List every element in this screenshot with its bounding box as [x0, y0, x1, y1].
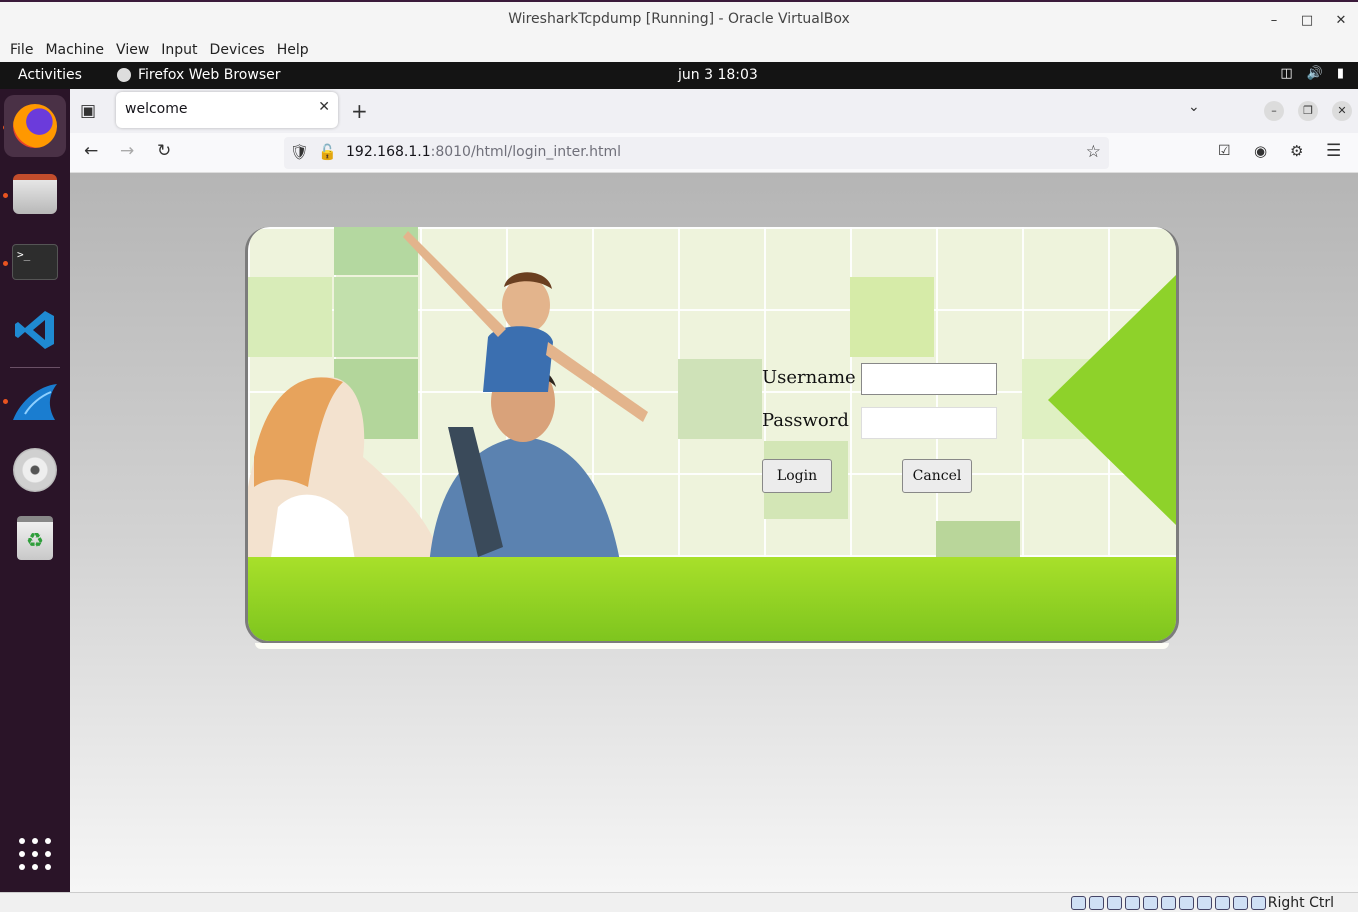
url-path: :8010/html/login_inter.html	[430, 144, 622, 160]
close-icon[interactable]: ✕	[1329, 10, 1353, 32]
battery-icon: ▮	[1336, 66, 1344, 81]
page-viewport: Username Password Login Cancel	[70, 173, 1358, 892]
vbox-status-bar: Right Ctrl	[0, 892, 1358, 912]
mouse-integration-icon[interactable]	[1233, 896, 1248, 910]
green-corner-ribbon	[1048, 275, 1176, 525]
keyboard-capture-icon[interactable]	[1251, 896, 1266, 910]
maximize-icon[interactable]: □	[1295, 10, 1319, 32]
firefox-small-icon	[117, 68, 131, 82]
system-tray[interactable]: ◫ 🔊 ▮	[1280, 66, 1344, 81]
password-label: Password	[762, 410, 849, 431]
disc-icon	[13, 448, 57, 492]
menu-devices[interactable]: Devices	[204, 42, 271, 58]
tab-welcome[interactable]: welcome ✕	[116, 92, 338, 128]
hard-disk-icon[interactable]	[1071, 896, 1086, 910]
bg-tile	[678, 359, 762, 439]
vbox-window-title: WiresharkTcpdump [Running] - Oracle Virt…	[508, 11, 850, 27]
bookmark-star-icon[interactable]: ☆	[1086, 142, 1101, 162]
menu-view[interactable]: View	[110, 42, 155, 58]
vbox-titlebar: WiresharkTcpdump [Running] - Oracle Virt…	[0, 0, 1358, 38]
dock-trash[interactable]: ♻	[4, 507, 66, 569]
username-label: Username	[762, 367, 856, 388]
dock-wireshark[interactable]	[4, 371, 66, 433]
browser-minimize-icon[interactable]: –	[1264, 101, 1284, 121]
files-icon	[13, 174, 57, 214]
clock[interactable]: jun 3 18:03	[678, 67, 758, 83]
tab-overview-icon[interactable]: ▣	[80, 101, 96, 121]
app-grid-icon	[19, 838, 51, 870]
dock-files[interactable]	[4, 163, 66, 225]
password-input[interactable]	[861, 407, 997, 439]
url-bar[interactable]: 🛡 🔓 192.168.1.1:8010/html/login_inter.ht…	[284, 137, 1109, 169]
url-text[interactable]: 192.168.1.1:8010/html/login_inter.html	[346, 144, 621, 160]
terminal-icon: >_	[12, 244, 58, 280]
cancel-button[interactable]: Cancel	[902, 459, 972, 493]
menu-help[interactable]: Help	[271, 42, 315, 58]
tab-close-icon[interactable]: ✕	[318, 99, 330, 115]
display-icon[interactable]	[1179, 896, 1194, 910]
firefox-tab-bar: ▣ welcome ✕ + ⌄ – ❐ ✕	[70, 89, 1358, 133]
menu-input[interactable]: Input	[155, 42, 203, 58]
vscode-icon	[15, 311, 54, 349]
app-name: Firefox Web Browser	[138, 67, 281, 83]
optical-drive-icon[interactable]	[1089, 896, 1104, 910]
network-adapter-icon[interactable]	[1125, 896, 1140, 910]
dock-vscode[interactable]	[4, 299, 66, 361]
network-icon: ◫	[1280, 66, 1293, 81]
app-menu[interactable]: Firefox Web Browser	[117, 67, 281, 83]
firefox-nav-bar: ← → ↻ 🛡 🔓 192.168.1.1:8010/html/login_in…	[70, 133, 1358, 173]
dock-separator	[10, 367, 60, 368]
dock-terminal[interactable]: >_	[4, 231, 66, 293]
host-key-label: Right Ctrl	[1267, 895, 1334, 911]
panel-reflection	[255, 643, 1169, 649]
vbox-device-icons	[1071, 896, 1266, 910]
shared-folders-icon[interactable]	[1161, 896, 1176, 910]
account-icon[interactable]: ◉	[1254, 142, 1267, 160]
shield-icon[interactable]: 🛡	[290, 143, 309, 161]
list-all-tabs-icon[interactable]: ⌄	[1188, 99, 1200, 115]
audio-icon[interactable]	[1107, 896, 1122, 910]
reload-icon[interactable]: ↻	[157, 141, 171, 161]
back-icon[interactable]: ←	[84, 141, 98, 161]
usb-icon[interactable]	[1143, 896, 1158, 910]
family-photo	[248, 231, 648, 579]
trash-icon: ♻	[17, 516, 53, 560]
dock-firefox[interactable]	[4, 95, 66, 157]
volume-icon: 🔊	[1306, 66, 1323, 81]
url-host: 192.168.1.1	[346, 144, 431, 160]
wireshark-icon	[13, 384, 57, 420]
cpu-icon[interactable]	[1215, 896, 1230, 910]
insecure-lock-icon[interactable]: 🔓	[318, 143, 337, 161]
menu-file[interactable]: File	[4, 42, 39, 58]
login-button[interactable]: Login	[762, 459, 832, 493]
recording-icon[interactable]	[1197, 896, 1212, 910]
activities-button[interactable]: Activities	[18, 67, 82, 83]
gnome-top-bar: Activities Firefox Web Browser jun 3 18:…	[0, 62, 1358, 89]
new-tab-icon[interactable]: +	[351, 99, 368, 123]
username-input[interactable]	[861, 363, 997, 395]
show-applications-button[interactable]	[4, 823, 66, 885]
vbox-menubar: File Machine View Input Devices Help	[0, 38, 1358, 62]
menu-machine[interactable]: Machine	[39, 42, 110, 58]
browser-restore-icon[interactable]: ❐	[1298, 101, 1318, 121]
login-panel: Username Password Login Cancel	[245, 227, 1179, 644]
forward-icon[interactable]: →	[120, 141, 134, 161]
extensions-icon[interactable]: ⚙	[1290, 142, 1303, 160]
firefox-icon	[13, 104, 57, 148]
tab-title: welcome	[125, 101, 188, 117]
minimize-icon[interactable]: –	[1262, 10, 1286, 32]
dock-dvd[interactable]	[4, 439, 66, 501]
pocket-icon[interactable]: ☑	[1218, 143, 1231, 159]
green-footer-band	[248, 557, 1176, 641]
menu-icon[interactable]: ☰	[1326, 141, 1341, 161]
browser-close-icon[interactable]: ✕	[1332, 101, 1352, 121]
dock: >_ ♻	[0, 89, 70, 892]
bg-tile	[850, 277, 934, 357]
